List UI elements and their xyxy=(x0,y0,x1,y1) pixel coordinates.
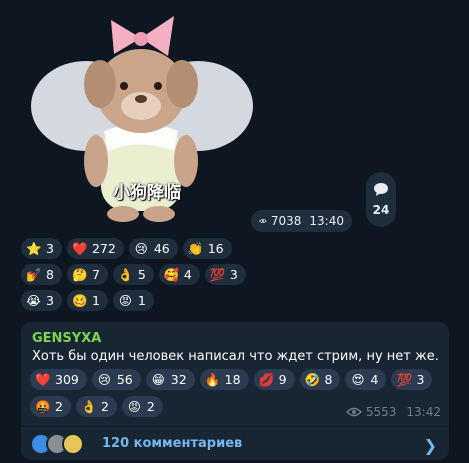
sticker-meta: 7038 13:40 xyxy=(251,210,352,232)
reaction-emoji: 🥰 xyxy=(163,266,180,282)
reaction-emoji: 💅 xyxy=(26,266,42,282)
avatar xyxy=(62,432,84,455)
reaction-emoji: 🔥 xyxy=(204,371,221,387)
reaction-count: 9 xyxy=(278,372,287,387)
reaction-count: 4 xyxy=(183,267,192,282)
reaction-emoji: 😭 xyxy=(26,293,41,308)
reaction-count: 8 xyxy=(324,372,333,387)
comments-button[interactable]: 24 xyxy=(366,172,396,227)
reaction-chip[interactable]: 🤔 7 xyxy=(66,264,108,285)
reaction-count: 272 xyxy=(91,241,116,256)
reaction-chip[interactable]: ⭐ 3 xyxy=(21,238,62,259)
reaction-count: 3 xyxy=(416,372,425,387)
reaction-chip[interactable]: 💯 3 xyxy=(391,369,433,390)
reaction-emoji: 🤣 xyxy=(304,371,321,387)
reaction-count: 7 xyxy=(91,267,100,282)
sticker-reactions: ⭐ 3 ❤️ 272 😢 46 👏 16 💅 8 🤔 7 👌 5 🥰 4 💯 3 😭 3 🥴 1 😡 1 xyxy=(21,238,261,316)
reaction-chip[interactable]: ❤️ 272 xyxy=(66,238,124,259)
reaction-count: 2 xyxy=(100,399,109,414)
reaction-emoji: 😡 xyxy=(127,399,141,414)
reaction-emoji: 🤬 xyxy=(35,398,51,414)
reaction-emoji: 😁 xyxy=(151,372,165,387)
reaction-emoji: 🥴 xyxy=(71,292,88,308)
message-text: Хоть бы один человек написал что ждет ст… xyxy=(32,349,439,364)
reaction-emoji: 💯 xyxy=(209,266,226,282)
reaction-emoji: 👌 xyxy=(80,398,97,414)
reaction-count: 2 xyxy=(146,399,155,414)
reaction-chip[interactable]: 😢 46 xyxy=(128,238,178,259)
reaction-chip[interactable]: 😍 4 xyxy=(345,369,387,390)
reaction-count: 8 xyxy=(46,267,54,282)
reaction-chip[interactable]: 🤬 2 xyxy=(30,396,71,417)
reaction-chip[interactable]: 😡 1 xyxy=(112,290,154,311)
message-time: 13:42 xyxy=(406,405,441,419)
reaction-chip[interactable]: 😁 32 xyxy=(145,369,195,390)
reaction-count: 3 xyxy=(229,267,238,282)
reaction-chip[interactable]: 💯 3 xyxy=(204,264,246,285)
reaction-emoji: 😢 xyxy=(134,241,148,256)
reaction-count: 2 xyxy=(55,399,63,414)
reaction-count: 1 xyxy=(137,293,146,308)
message-bubble[interactable]: GENSYXA Хоть бы один человек написал что… xyxy=(21,322,449,460)
reaction-count: 3 xyxy=(46,293,54,308)
chevron-right-icon[interactable]: ❯ xyxy=(424,436,437,455)
reaction-emoji: 😡 xyxy=(118,293,132,308)
message-views: 5553 xyxy=(365,405,397,419)
reaction-chip[interactable]: 👏 16 xyxy=(182,238,232,259)
comments-link[interactable]: 120 комментариев xyxy=(102,436,242,451)
reaction-count: 56 xyxy=(116,372,133,387)
reaction-count: 18 xyxy=(224,372,241,387)
reaction-count: 46 xyxy=(153,241,170,256)
reaction-emoji: 👌 xyxy=(117,266,134,282)
reaction-emoji: ⭐ xyxy=(26,240,42,256)
reaction-emoji: 😍 xyxy=(351,372,365,387)
reaction-chip[interactable]: 😭 3 xyxy=(21,290,62,311)
reaction-emoji: 🤔 xyxy=(71,266,88,282)
reaction-count: 1 xyxy=(91,293,100,308)
reaction-count: 309 xyxy=(55,372,79,387)
reaction-count: 5 xyxy=(137,267,146,282)
reaction-chip[interactable]: ❤️ 309 xyxy=(30,369,87,390)
reaction-chip[interactable]: 🥰 4 xyxy=(158,264,200,285)
author-name[interactable]: GENSYXA xyxy=(32,331,101,346)
views-icon xyxy=(259,218,267,224)
views-icon xyxy=(345,407,362,417)
commenter-avatars xyxy=(30,432,90,455)
reaction-chip[interactable]: 👌 2 xyxy=(75,396,117,417)
comments-bar[interactable]: 120 комментариев ❯ xyxy=(21,427,449,460)
message-meta: 5553 13:42 xyxy=(345,405,441,419)
reaction-count: 3 xyxy=(46,241,54,256)
sticker-views: 7038 xyxy=(270,214,302,228)
comments-count: 24 xyxy=(372,203,390,217)
reaction-emoji: 💋 xyxy=(258,371,275,387)
reaction-emoji: ❤️ xyxy=(71,240,88,256)
comment-icon xyxy=(374,183,388,196)
reaction-chip[interactable]: 🤣 8 xyxy=(299,369,341,390)
reaction-chip[interactable]: 🥴 1 xyxy=(66,290,108,311)
reaction-emoji: 😢 xyxy=(97,372,111,387)
reaction-count: 4 xyxy=(370,372,379,387)
reaction-emoji: 👏 xyxy=(187,240,204,256)
reaction-chip[interactable]: 💅 8 xyxy=(21,264,62,285)
sticker-time: 13:40 xyxy=(309,214,344,228)
reaction-count: 32 xyxy=(170,372,187,387)
reaction-chip[interactable]: 🔥 18 xyxy=(199,369,249,390)
reaction-chip[interactable]: 😡 2 xyxy=(121,396,163,417)
reaction-chip[interactable]: 💋 9 xyxy=(253,369,295,390)
reaction-emoji: ❤️ xyxy=(35,371,51,387)
reaction-emoji: 💯 xyxy=(396,371,413,387)
reaction-count: 16 xyxy=(207,241,224,256)
reaction-chip[interactable]: 👌 5 xyxy=(112,264,154,285)
reaction-chip[interactable]: 😢 56 xyxy=(91,369,141,390)
sticker-caption: 小狗降临 xyxy=(113,183,181,203)
